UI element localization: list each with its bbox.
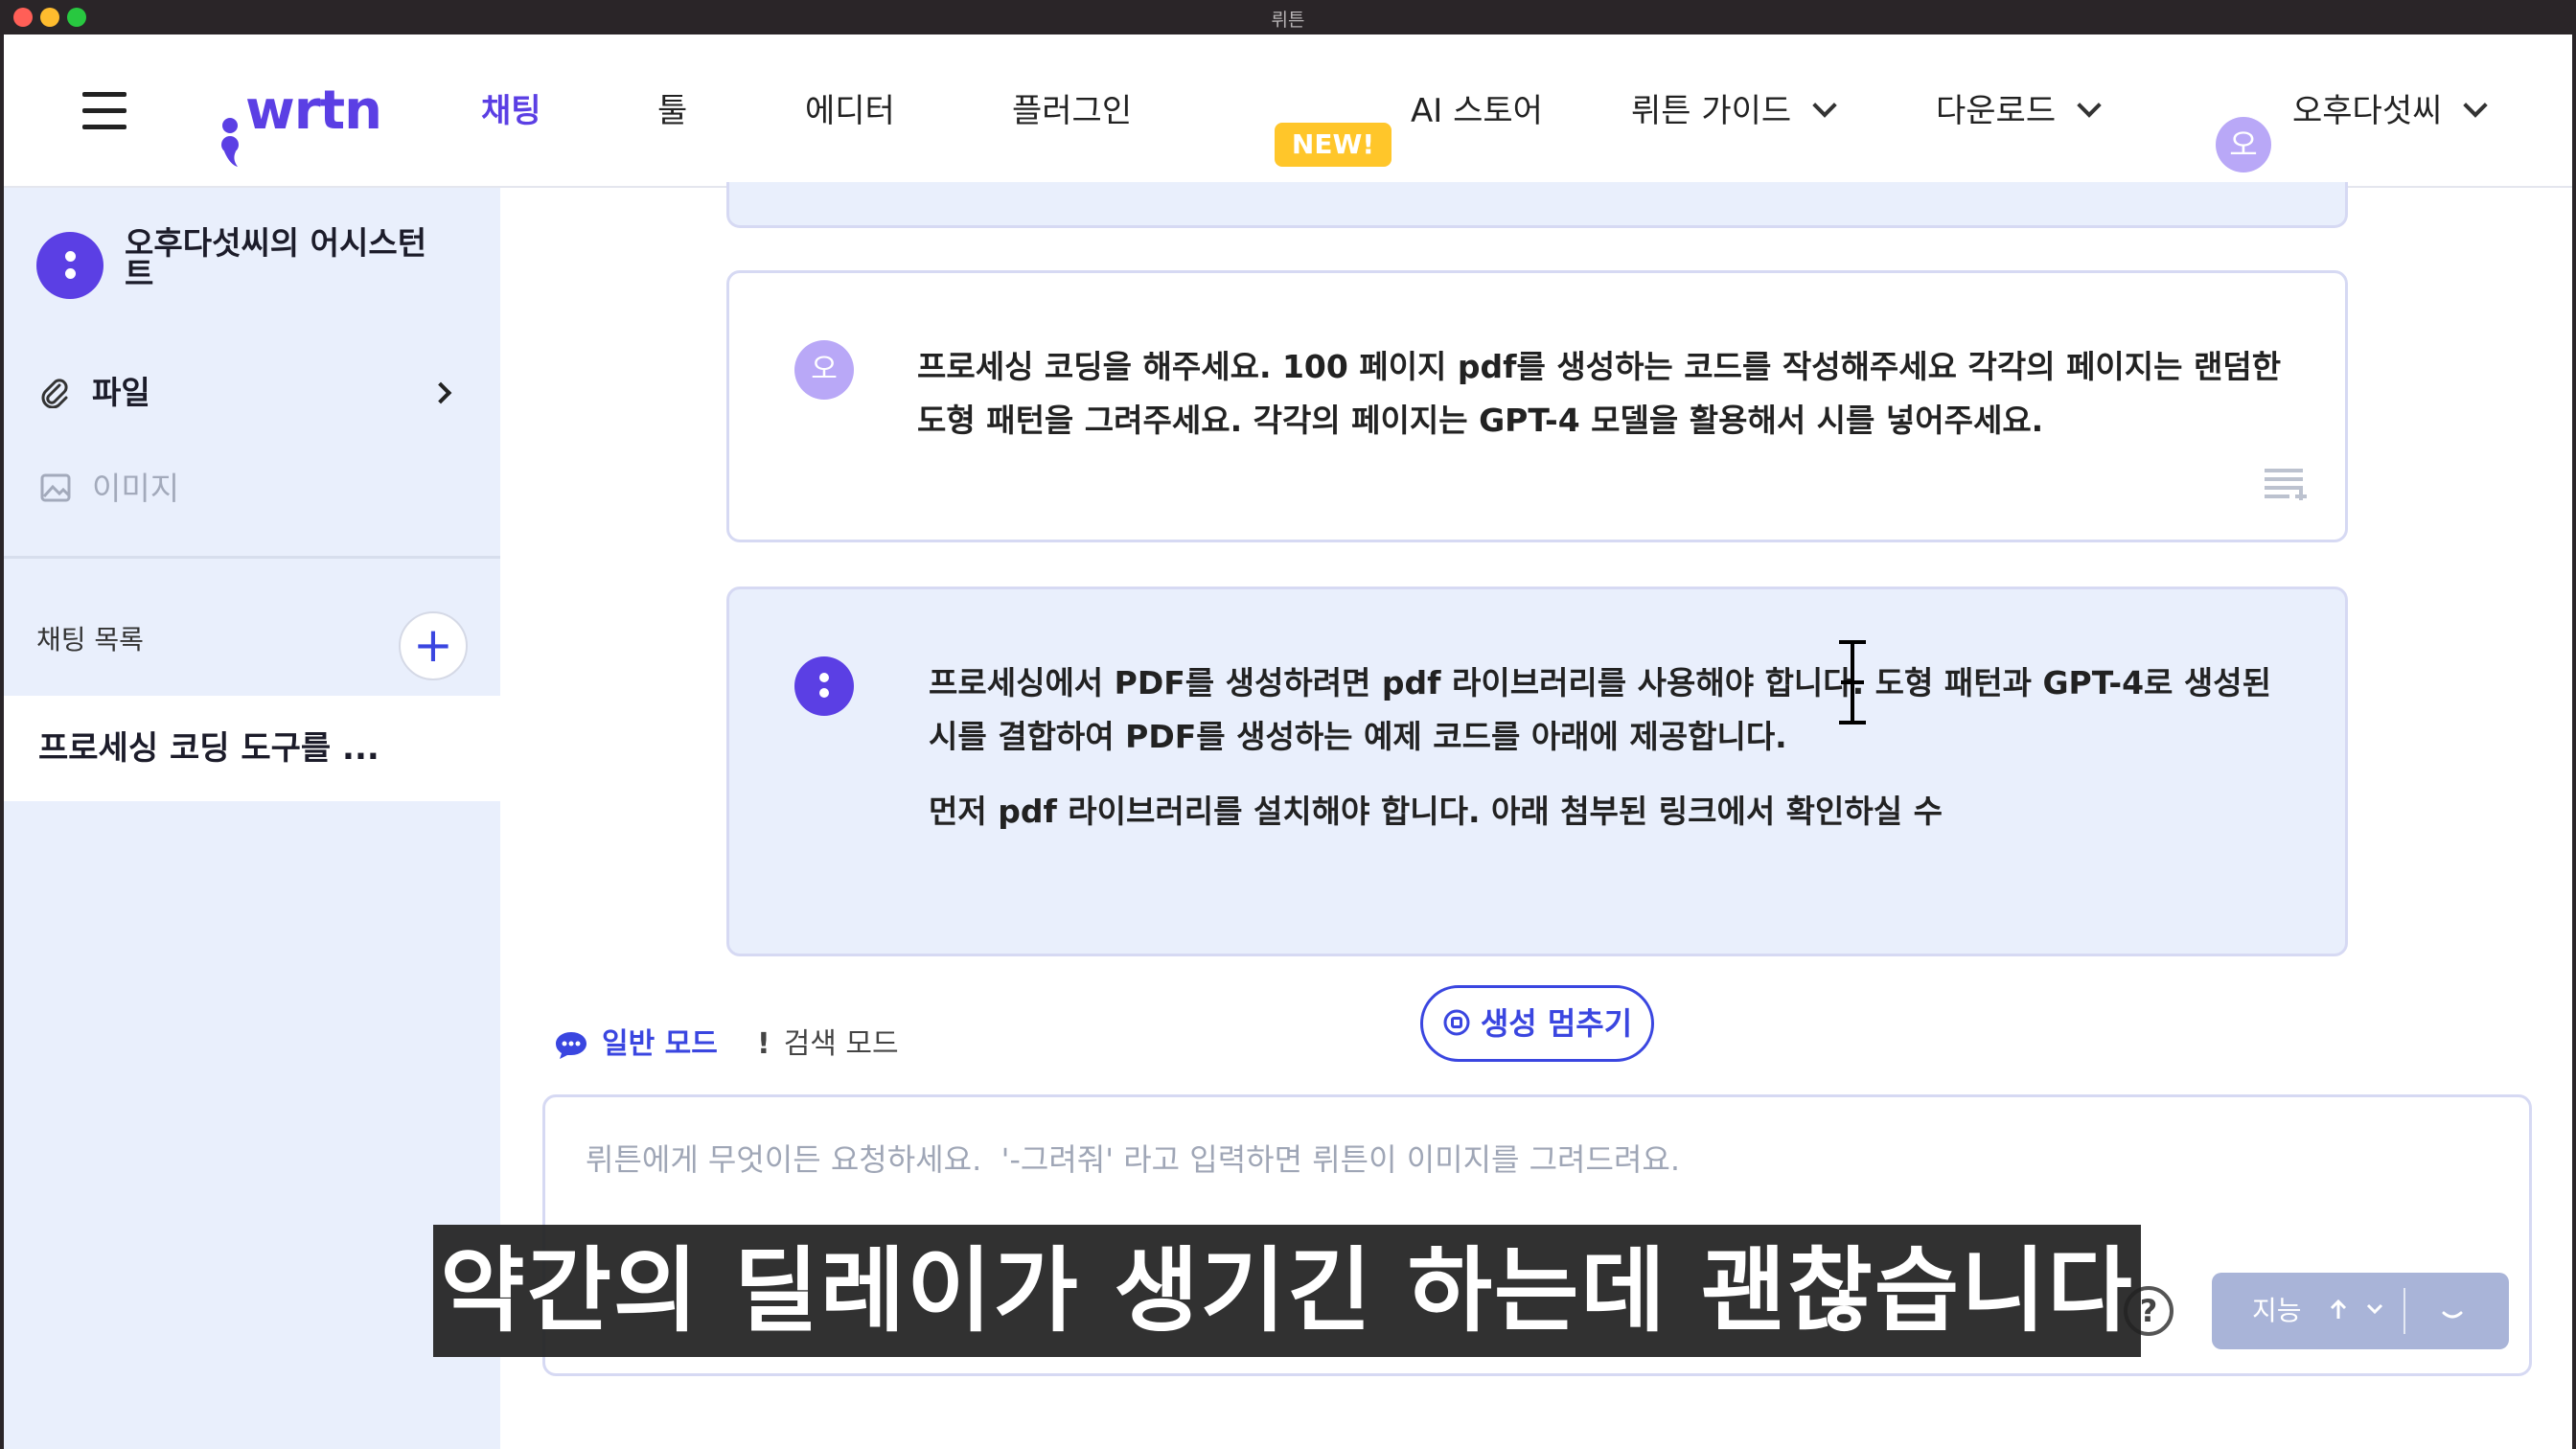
assistant-message-avatar [794, 656, 854, 716]
chevron-down-icon [1812, 93, 1837, 118]
window-titlebar: 뤼튼 [0, 0, 2576, 34]
previous-message-card [726, 182, 2348, 228]
chat-input[interactable] [584, 1136, 2462, 1184]
chevron-right-icon [429, 381, 452, 404]
chevron-down-icon [2077, 93, 2102, 118]
nav-editor[interactable]: 에디터 [805, 34, 895, 188]
menu-icon[interactable] [82, 92, 126, 130]
nav-download-label: 다운로드 [1936, 92, 2057, 130]
search-mode-icon: ! [757, 1027, 770, 1061]
send-icon[interactable] [2438, 1298, 2467, 1324]
search-mode-label: 검색 모드 [783, 1027, 899, 1061]
video-subtitle: 약간의 딜레이가 생기긴 하는데 괜찮습니다 [433, 1225, 2141, 1357]
chat-bubble-icon [556, 1031, 586, 1059]
wrtn-logo[interactable]: wrtn [245, 34, 382, 188]
general-mode-toggle[interactable]: 일반 모드 [554, 1024, 718, 1066]
sidebar-divider [4, 556, 500, 559]
chevron-down-icon [2366, 1303, 2383, 1315]
user-name: 오후다섯씨 [2292, 92, 2443, 130]
window-title: 뤼튼 [1271, 10, 1305, 31]
nav-tool[interactable]: 툴 [657, 34, 687, 188]
sidebar-item-images[interactable]: 이미지 [36, 462, 458, 516]
general-mode-label: 일반 모드 [602, 1027, 718, 1061]
new-badge: NEW! [1275, 123, 1392, 167]
nav-chat[interactable]: 채팅 [481, 34, 541, 188]
assistant-message-paragraph: 프로세싱에서 PDF를 생성하려면 pdf 라이브러리를 사용해야 합니다. 도… [929, 664, 2271, 755]
nav-download-dropdown[interactable]: 다운로드 [1936, 34, 2102, 188]
chat-list-item-title: 프로세싱 코딩 도구를 ... [38, 729, 380, 768]
model-select-button[interactable]: 지능 [2212, 1273, 2509, 1349]
add-chat-button[interactable]: + [399, 611, 468, 680]
user-message-card: 오 프로세싱 코딩을 해주세요. 100 페이지 pdf를 생성하는 코드를 작… [726, 270, 2348, 542]
user-message-avatar: 오 [794, 340, 854, 400]
chat-list-heading: 채팅 목록 [36, 624, 144, 656]
sidebar-item-label: 파일 [92, 374, 150, 411]
nav-guide-label: 뤼튼 가이드 [1631, 92, 1792, 130]
text-cursor-icon [1833, 640, 1872, 724]
logo-mark-icon [221, 118, 239, 167]
divider [2404, 1288, 2405, 1334]
user-message-text: 프로세싱 코딩을 해주세요. 100 페이지 pdf를 생성하는 코드를 작성해… [917, 348, 2282, 439]
stop-generation-button[interactable]: 생성 멈추기 [1420, 985, 1654, 1062]
image-icon [40, 473, 71, 502]
user-menu-dropdown[interactable]: 오후다섯씨 [2292, 34, 2489, 188]
stop-icon [1443, 1009, 1470, 1036]
assistant-message-card: 프로세싱에서 PDF를 생성하려면 pdf 라이브러리를 사용해야 합니다. 도… [726, 586, 2348, 956]
chat-list-item[interactable]: 프로세싱 코딩 도구를 ... [4, 696, 500, 801]
paperclip-icon [41, 379, 68, 408]
sidebar-item-files[interactable]: 파일 [36, 366, 458, 420]
nav-plugin[interactable]: 플러그인 [1012, 34, 1132, 188]
copy-icon[interactable] [2265, 465, 2307, 503]
nav-ai-store[interactable]: AI 스토어 [1411, 34, 1543, 188]
assistant-message-paragraph: 먼저 pdf 라이브러리를 설치해야 합니다. 아래 첨부된 링크에서 확인하실… [929, 793, 1943, 830]
search-mode-toggle[interactable]: ! 검색 모드 [757, 1024, 899, 1066]
assistant-avatar [36, 232, 104, 299]
arrow-up-icon [2330, 1300, 2347, 1319]
nav-guide-dropdown[interactable]: 뤼튼 가이드 [1631, 34, 1837, 188]
stop-generation-label: 생성 멈추기 [1480, 1005, 1633, 1042]
top-navigation: wrtn 채팅 툴 에디터 플러그인 NEW! AI 스토어 뤼튼 가이드 다운… [4, 34, 2572, 188]
model-select-label: 지능 [2252, 1295, 2302, 1326]
assistant-name: 오후다섯씨의 어시스턴트 [125, 224, 427, 292]
sidebar-item-label: 이미지 [92, 470, 180, 507]
window-border-right [2572, 34, 2576, 1449]
chevron-down-icon [2463, 93, 2489, 118]
user-avatar[interactable]: 오 [2216, 117, 2271, 172]
